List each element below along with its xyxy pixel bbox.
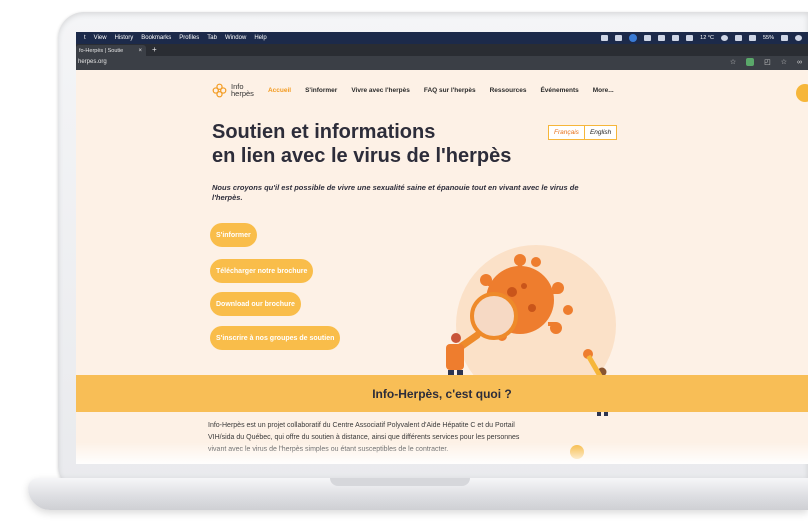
join-support-groups-button[interactable]: S'inscrire à nos groupes de soutien	[210, 326, 341, 350]
menu-window[interactable]: Window	[225, 35, 246, 41]
bookmark-list-icon[interactable]: ☆	[781, 58, 787, 66]
nav-link-faq[interactable]: FAQ sur l'herpès	[424, 87, 476, 94]
tray-icon[interactable]	[658, 35, 666, 41]
site-navigation: Info herpès Accueil S'informer Vivre ave…	[212, 78, 772, 102]
screen-fade	[76, 442, 808, 464]
download-brochure-fr-button[interactable]: Télécharger notre brochure	[210, 259, 314, 283]
menubar-tray: 12 °C 55%	[601, 32, 802, 44]
search-icon[interactable]	[795, 35, 802, 41]
floating-badge[interactable]	[796, 84, 808, 102]
menu-item[interactable]: t	[84, 35, 86, 41]
url-text[interactable]: herpes.org	[78, 59, 107, 65]
battery-readout[interactable]: 55%	[763, 35, 774, 41]
browser-tab[interactable]: fo-Herpès | Soutie ×	[76, 45, 146, 56]
link-icon[interactable]: ∞	[797, 59, 802, 66]
hero-title-line-2: en lien avec le virus de l'herpès	[212, 145, 512, 167]
web-page: Info herpès Accueil S'informer Vivre ave…	[76, 70, 808, 464]
laptop-screen: t View History Bookmarks Profiles Tab Wi…	[76, 32, 808, 464]
tray-icon[interactable]	[686, 35, 694, 41]
nav-link-more[interactable]: More...	[593, 87, 614, 94]
section-title: Info-Herpès, c'est quoi ?	[372, 386, 512, 401]
tray-icon[interactable]	[720, 35, 728, 41]
menu-help[interactable]: Help	[254, 35, 266, 41]
hero-subtitle: Nous croyons qu'il est possible de vivre…	[212, 183, 579, 202]
lang-french-button[interactable]: Français	[549, 126, 585, 139]
nav-link-ressources[interactable]: Ressources	[490, 87, 527, 94]
control-center-icon[interactable]	[781, 35, 788, 41]
menu-tab[interactable]: Tab	[207, 35, 217, 41]
tab-title: fo-Herpès | Soutie	[79, 47, 124, 54]
language-switcher: Français English	[548, 125, 618, 140]
logo-text: Info herpès	[231, 83, 254, 98]
nav-link-sinformer[interactable]: S'informer	[305, 87, 337, 94]
extension-icon[interactable]	[746, 58, 755, 66]
nav-link-vivre[interactable]: Vivre avec l'herpès	[351, 87, 410, 94]
sinformer-button[interactable]: S'informer	[210, 223, 257, 247]
mac-menubar: t View History Bookmarks Profiles Tab Wi…	[76, 32, 808, 44]
tray-icon[interactable]	[601, 35, 609, 41]
extensions-puzzle-icon[interactable]: ◰	[764, 58, 771, 66]
site-logo[interactable]: Info herpès	[212, 83, 254, 98]
tray-focus-icon[interactable]	[629, 34, 638, 42]
logo-flower-icon	[212, 83, 227, 97]
hero-title: Soutien et informations en lien avec le …	[212, 120, 572, 168]
tray-icon[interactable]	[615, 35, 623, 41]
address-bar-icons: ☆ ◰ ☆ ∞	[730, 58, 802, 66]
laptop-notch	[330, 478, 470, 486]
menu-history[interactable]: History	[115, 35, 134, 41]
tray-icon[interactable]	[644, 35, 652, 41]
logo-line-2: herpès	[231, 89, 254, 98]
info-band: Info-Herpès, c'est quoi ?	[76, 375, 808, 412]
menu-bookmarks[interactable]: Bookmarks	[141, 35, 171, 41]
hero-title-line-1: Soutien et informations	[212, 121, 436, 143]
wifi-icon[interactable]	[748, 35, 756, 41]
bookmark-star-icon[interactable]: ☆	[730, 58, 736, 66]
tray-icon[interactable]	[672, 35, 680, 41]
nav-link-evenements[interactable]: Événements	[540, 87, 578, 94]
new-tab-button[interactable]: +	[152, 45, 157, 54]
download-brochure-en-button[interactable]: Download our brochure	[210, 292, 301, 316]
nav-link-accueil[interactable]: Accueil	[268, 87, 291, 94]
weather-readout[interactable]: 12 °C	[700, 35, 714, 41]
close-tab-icon[interactable]: ×	[138, 48, 142, 54]
lang-english-button[interactable]: English	[585, 126, 616, 139]
menu-view[interactable]: View	[94, 35, 107, 41]
tray-icon[interactable]	[734, 35, 742, 41]
menu-profiles[interactable]: Profiles	[179, 35, 199, 41]
address-bar[interactable]: herpes.org ☆ ◰ ☆ ∞	[76, 56, 808, 70]
browser-tabbar: fo-Herpès | Soutie × +	[76, 44, 808, 56]
